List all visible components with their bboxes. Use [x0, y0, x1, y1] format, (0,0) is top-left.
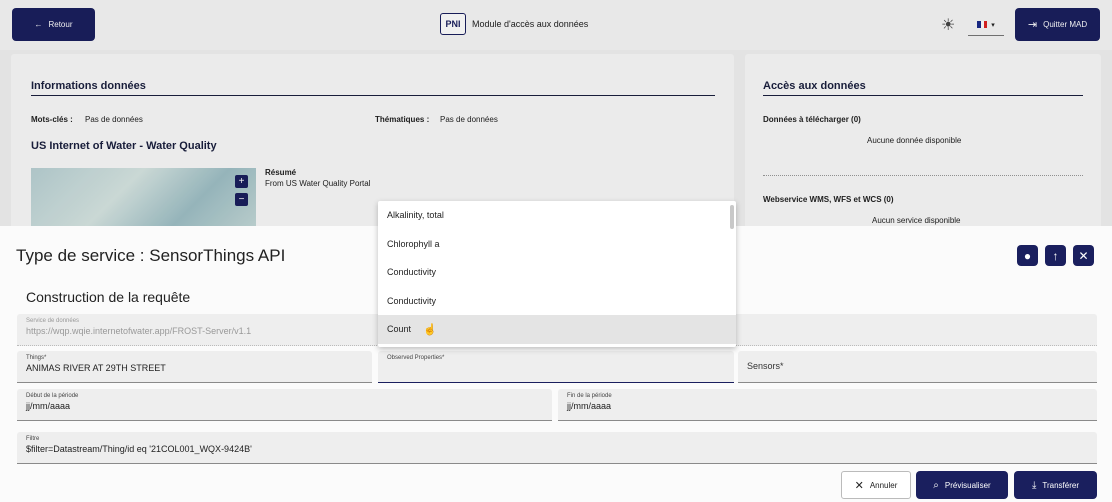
sheet-title: Type de service : SensorThings API — [16, 246, 286, 265]
dropdown-option[interactable]: Conductivity — [378, 287, 736, 316]
sensors-placeholder: Sensors* — [747, 361, 784, 371]
observed-properties-dropdown[interactable]: Alkalinity, total Chlorophyll a Conducti… — [378, 201, 736, 347]
start-date-field[interactable]: Début de la période jj/mm/aaaa — [17, 389, 552, 421]
transfer-button[interactable]: ⤓ Transférer — [1014, 471, 1097, 499]
filter-field[interactable]: Filtre $filter=Datastream/Thing/id eq '2… — [17, 432, 1097, 464]
dropdown-option[interactable]: Conductivity — [378, 258, 736, 287]
filter-value: $filter=Datastream/Thing/id eq '21COL001… — [26, 444, 252, 454]
preview-button[interactable]: ⌕ Prévisualiser — [916, 471, 1008, 499]
dropdown-option-hovered[interactable]: Count ☝ — [378, 315, 736, 344]
observed-properties-label: Observed Properties* — [387, 355, 445, 361]
background-page: ← Retour PNI Module d'accès aux données … — [0, 0, 1112, 226]
cancel-label: Annuler — [869, 480, 898, 490]
observed-properties-select[interactable]: Observed Properties* — [378, 351, 734, 383]
end-date-field[interactable]: Fin de la période jj/mm/aaaa — [558, 389, 1097, 421]
dropdown-option[interactable]: Alkalinity, total — [378, 201, 736, 230]
search-icon: ⌕ — [933, 479, 939, 491]
close-icon: ✕ — [854, 479, 864, 492]
sensors-select[interactable]: Sensors* — [738, 351, 1097, 383]
dropdown-option[interactable]: Chlorophyll a — [378, 230, 736, 259]
end-date-label: Fin de la période — [567, 393, 612, 399]
query-builder-title: Construction de la requête — [26, 289, 191, 305]
filter-label: Filtre — [26, 436, 40, 442]
dropdown-option-label: Count — [387, 324, 412, 335]
overlay — [0, 0, 1112, 226]
things-label: Things* — [26, 355, 47, 361]
eye-icon[interactable]: ● — [1017, 245, 1038, 266]
cancel-button[interactable]: ✕ Annuler — [841, 471, 911, 499]
things-select[interactable]: Things* ANIMAS RIVER AT 29TH STREET — [17, 351, 372, 383]
close-icon[interactable]: ✕ — [1073, 245, 1094, 266]
dropdown-scrollbar[interactable] — [730, 205, 734, 229]
start-date-value: jj/mm/aaaa — [26, 401, 71, 411]
things-value: ANIMAS RIVER AT 29TH STREET — [26, 363, 166, 373]
arrow-up-icon[interactable]: ↑ — [1045, 245, 1066, 266]
transfer-label: Transférer — [1042, 480, 1080, 490]
hand-cursor-icon: ☝ — [423, 323, 437, 336]
start-date-label: Début de la période — [26, 393, 79, 399]
download-icon: ⤓ — [1031, 479, 1037, 491]
end-date-value: jj/mm/aaaa — [567, 401, 612, 411]
preview-label: Prévisualiser — [944, 480, 991, 490]
